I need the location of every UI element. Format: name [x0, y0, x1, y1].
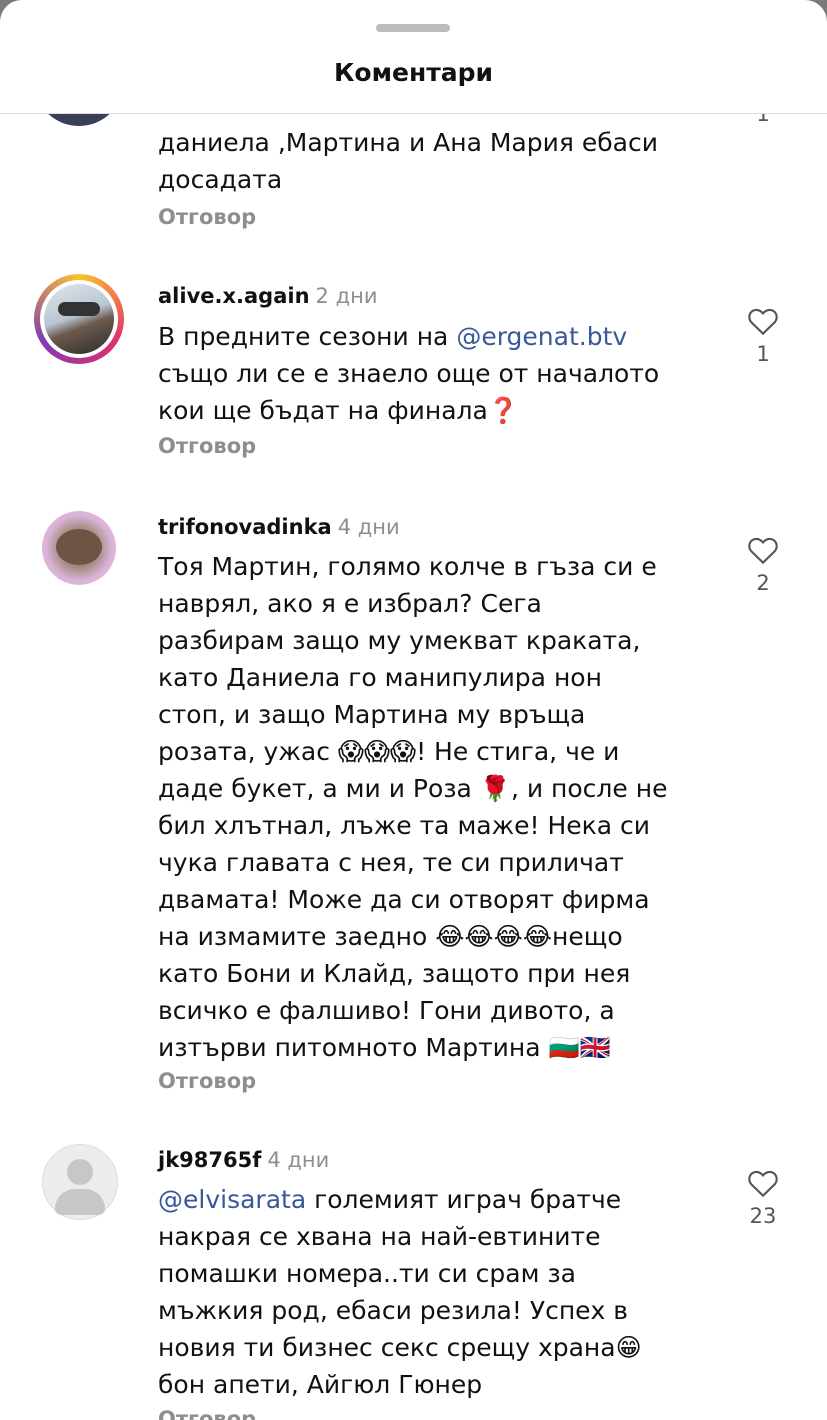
comment-text: Тоя Мартин, голямо колче в гъза си е нав…	[158, 552, 668, 1062]
reply-button[interactable]: Отговор	[158, 1407, 256, 1420]
timestamp: 4 дни	[337, 515, 400, 539]
reply-button[interactable]: Отговор	[158, 205, 256, 229]
username[interactable]: trifonovadinka	[158, 515, 332, 539]
mention-link[interactable]: @elvisarata	[158, 1185, 306, 1214]
timestamp: 4 дни	[267, 1148, 330, 1172]
comment-text: В предните сезони на @ergenat.btv също л…	[158, 318, 678, 429]
reply-button[interactable]: Отговор	[158, 434, 256, 458]
timestamp: 2 дни	[315, 284, 378, 308]
comments-list[interactable]: даниела ,Мартина и Ана Мария ебаси досад…	[0, 114, 827, 1420]
avatar[interactable]	[42, 511, 116, 585]
avatar[interactable]	[34, 114, 124, 126]
username[interactable]: alive.x.again	[158, 284, 310, 308]
reply-button[interactable]: Отговор	[158, 1069, 256, 1093]
like-count: 1	[756, 114, 770, 126]
comment-meta: alive.x.again 2 дни	[158, 284, 377, 308]
comment-text: даниела ,Мартина и Ана Мария ебаси досад…	[158, 128, 658, 194]
username[interactable]: jk98765f	[158, 1148, 261, 1172]
heart-icon[interactable]	[747, 535, 779, 565]
page-title: Коментари	[333, 58, 494, 87]
comment-text: @elvisarata големият играч братче накрая…	[158, 1181, 678, 1403]
like-count: 23	[749, 1204, 777, 1228]
like-count: 2	[756, 571, 770, 595]
avatar[interactable]	[34, 274, 124, 364]
like-area[interactable]: 2	[742, 535, 784, 595]
mention-link[interactable]: @ergenat.btv	[456, 322, 627, 351]
like-area[interactable]: 23	[742, 1168, 784, 1228]
comment-meta: trifonovadinka 4 дни	[158, 515, 400, 539]
like-count: 1	[756, 342, 770, 366]
comment-text-before: В предните сезони на	[158, 322, 457, 351]
heart-icon[interactable]	[747, 306, 779, 336]
comment-meta: jk98765f 4 дни	[158, 1148, 329, 1172]
comments-sheet: Коментари даниела ,Мартина и Ана Мария е…	[0, 0, 827, 1420]
drag-handle[interactable]	[376, 24, 450, 32]
comment-text-after: също ли се е знаело още от началото кои …	[158, 359, 660, 425]
heart-icon[interactable]	[747, 1168, 779, 1198]
avatar[interactable]	[42, 1144, 118, 1220]
comment-text-after: големият играч братче накрая се хвана на…	[158, 1185, 642, 1399]
like-area[interactable]: 1	[742, 306, 784, 366]
like-area[interactable]: 1	[742, 114, 784, 126]
